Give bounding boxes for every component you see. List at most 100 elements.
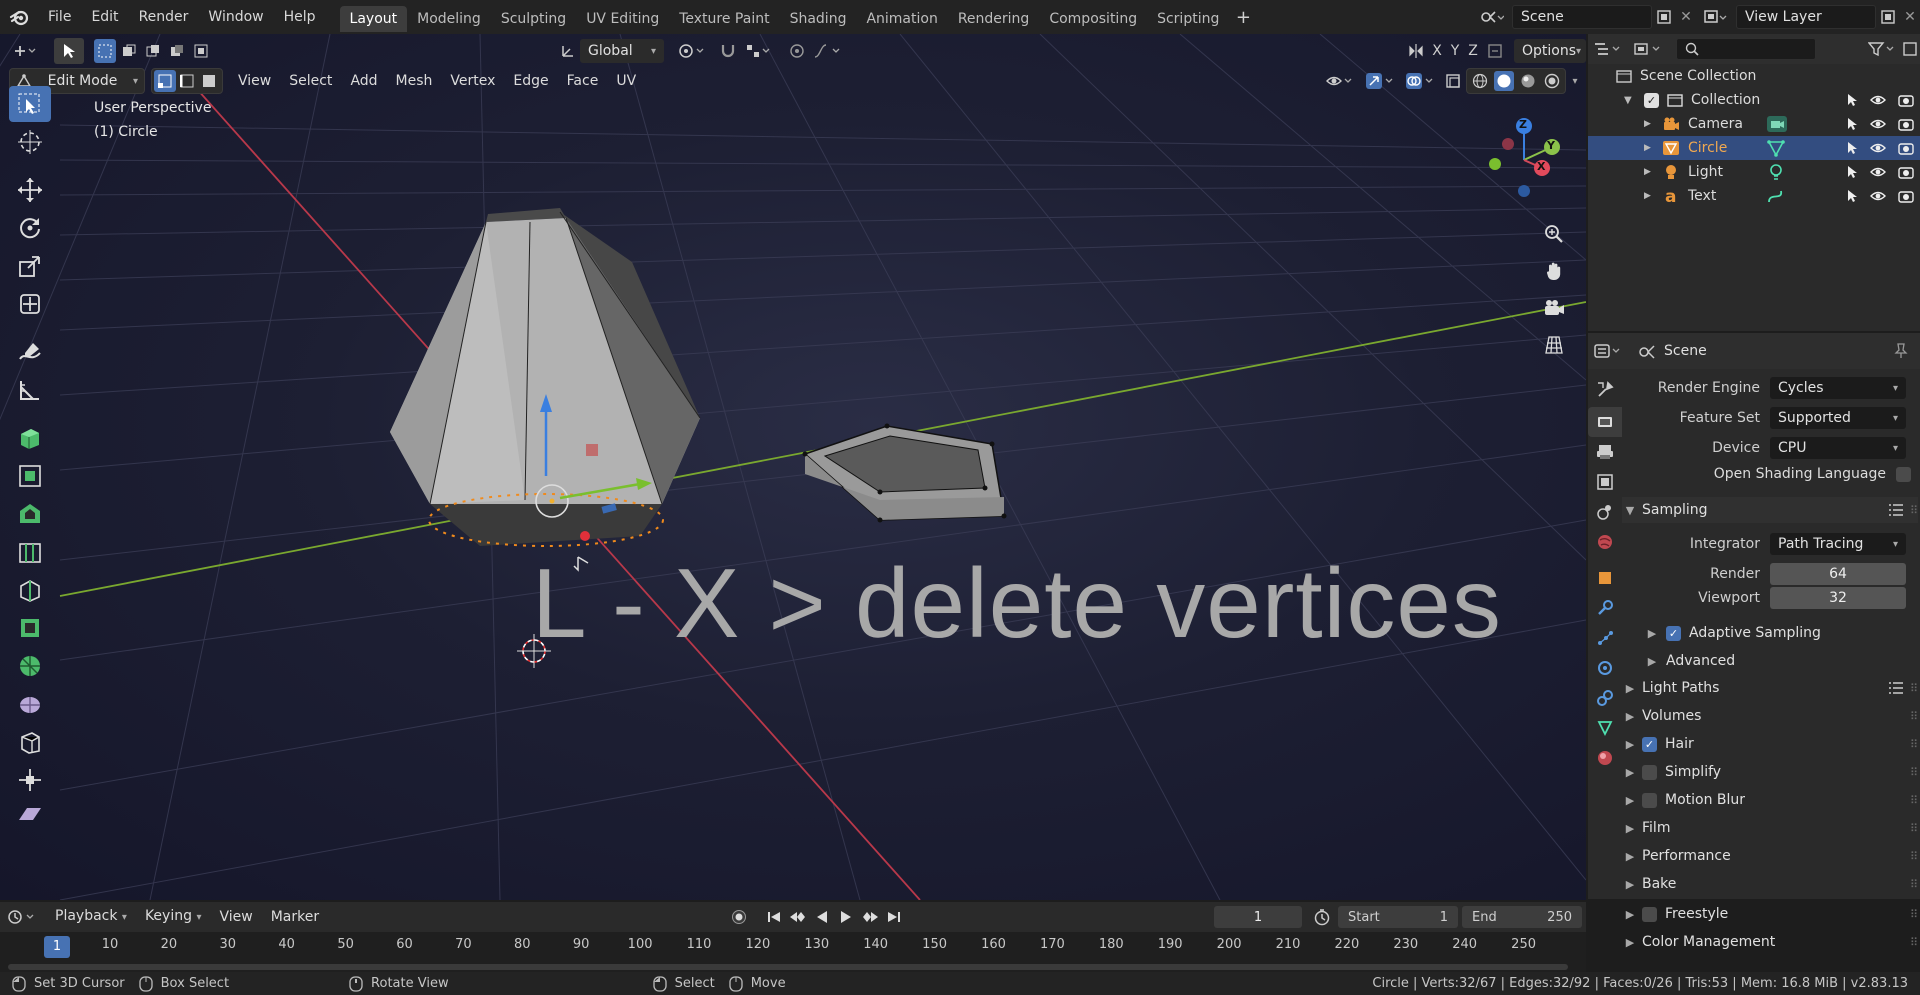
panel-freestyle[interactable]: ▶ Freestyle ⠿ — [1622, 901, 1918, 927]
selectable-toggle-icon[interactable] — [1846, 93, 1858, 107]
timeline-menu-view[interactable]: View — [210, 904, 261, 930]
selectable-toggle-icon[interactable] — [1846, 165, 1858, 179]
select-tool-icon[interactable] — [54, 38, 84, 64]
panel-color-management[interactable]: ▶ Color Management ⠿ — [1622, 929, 1918, 955]
tab-render[interactable] — [1588, 407, 1622, 437]
view-layer-field[interactable]: View Layer — [1736, 5, 1876, 29]
tool-annotate[interactable] — [9, 334, 51, 370]
view-layer-selector-icon[interactable] — [1696, 0, 1736, 34]
timeline-editor-type-icon[interactable] — [0, 903, 46, 931]
selectable-toggle-icon[interactable] — [1846, 189, 1858, 203]
visibility-eye-icon[interactable] — [1870, 118, 1886, 130]
tab-world[interactable] — [1588, 527, 1622, 557]
collection-include-checkbox[interactable]: ✓ — [1644, 92, 1659, 108]
tool-cursor[interactable] — [9, 124, 51, 160]
render-engine-dropdown[interactable]: Cycles ▾ — [1770, 377, 1906, 399]
tab-particles[interactable] — [1588, 623, 1622, 653]
display-mode-icon[interactable] — [1628, 35, 1668, 63]
mirror-z-toggle[interactable]: Z — [1464, 38, 1482, 64]
tab-rendering[interactable]: Rendering — [948, 6, 1040, 32]
editor-type-icon[interactable] — [6, 38, 46, 64]
visibility-eye-icon[interactable] — [1870, 94, 1886, 106]
scene-selector-icon[interactable] — [1472, 0, 1512, 34]
current-frame-field[interactable]: 1 — [1214, 906, 1302, 928]
drag-handle-icon[interactable]: ⠿ — [1910, 766, 1918, 779]
vp-menu-view[interactable]: View — [229, 68, 280, 94]
drag-handle-icon[interactable]: ⠿ — [1910, 504, 1918, 517]
drag-handle-icon[interactable]: ⠿ — [1910, 908, 1918, 921]
pin-icon[interactable] — [1894, 343, 1908, 359]
expand-right-icon[interactable]: ▶ — [1644, 143, 1658, 153]
transform-orientation-icon[interactable] — [556, 38, 580, 64]
osl-checkbox[interactable] — [1896, 466, 1911, 482]
play-icon[interactable] — [834, 903, 858, 931]
tool-move[interactable] — [9, 172, 51, 208]
solid-shading-icon[interactable] — [1494, 71, 1514, 91]
jump-start-icon[interactable] — [762, 903, 786, 931]
tab-material[interactable] — [1588, 743, 1622, 773]
vp-menu-mesh[interactable]: Mesh — [387, 68, 442, 94]
tab-scene[interactable] — [1588, 497, 1622, 527]
panel-motion-blur[interactable]: ▶ Motion Blur ⠿ — [1622, 787, 1918, 813]
menu-help[interactable]: Help — [274, 0, 326, 34]
pan-hand-icon[interactable] — [1540, 256, 1568, 286]
shading-options-chevron-icon[interactable]: ▾ — [1566, 68, 1584, 94]
menu-edit[interactable]: Edit — [81, 0, 128, 34]
new-view-layer-icon[interactable] — [1876, 0, 1900, 34]
preview-range-clock-icon[interactable] — [1306, 903, 1338, 931]
expand-right-icon[interactable]: ▶ — [1644, 191, 1658, 201]
select-invert-icon[interactable] — [166, 39, 188, 63]
start-frame-field[interactable]: Start 1 — [1338, 906, 1458, 928]
timeline-ruler[interactable]: 1 10 20 30 40 50 60 70 80 90 100 110 120 130 140 150 160… — [0, 932, 1586, 962]
mirror-x-toggle[interactable]: X — [1428, 38, 1446, 64]
vp-menu-edge[interactable]: Edge — [504, 68, 557, 94]
simplify-checkbox[interactable] — [1642, 764, 1657, 780]
menu-window[interactable]: Window — [198, 0, 273, 34]
face-select-icon[interactable] — [198, 70, 220, 92]
tab-animation[interactable]: Animation — [856, 6, 947, 32]
drag-handle-icon[interactable]: ⠿ — [1910, 936, 1918, 949]
tab-modifiers[interactable] — [1588, 593, 1622, 623]
expand-right-icon[interactable]: ▶ — [1644, 119, 1658, 129]
adaptive-sampling-subpanel[interactable]: ▶ ✓ Adaptive Sampling — [1644, 620, 1918, 646]
panel-performance[interactable]: ▶ Performance ⠿ — [1622, 843, 1918, 869]
tool-bevel[interactable] — [9, 534, 51, 570]
render-camera-icon[interactable] — [1898, 93, 1914, 107]
zoom-icon[interactable] — [1540, 219, 1568, 249]
tool-extrude[interactable] — [9, 458, 51, 494]
options-dropdown[interactable]: Options ▾ — [1514, 39, 1586, 63]
scene-field[interactable]: Scene — [1512, 5, 1652, 29]
timeline-menu-keying[interactable]: Keying ▾ — [136, 903, 211, 931]
new-scene-icon[interactable] — [1652, 0, 1676, 34]
render-camera-icon[interactable] — [1898, 189, 1914, 203]
expand-down-icon[interactable]: ▼ — [1624, 95, 1638, 106]
edge-select-icon[interactable] — [176, 70, 198, 92]
expand-right-icon[interactable]: ▶ — [1644, 167, 1658, 177]
tool-spin[interactable] — [9, 686, 51, 722]
tool-loop-cut[interactable] — [9, 572, 51, 608]
gizmo-toggle-icon[interactable] — [1360, 68, 1400, 94]
tab-texture-paint[interactable]: Texture Paint — [669, 6, 779, 32]
tool-inset[interactable] — [9, 496, 51, 532]
play-reverse-icon[interactable] — [810, 903, 834, 931]
visibility-eye-icon[interactable] — [1870, 190, 1886, 202]
drag-handle-icon[interactable]: ⠿ — [1910, 822, 1918, 835]
pivot-point-icon[interactable] — [672, 38, 712, 64]
perspective-toggle-icon[interactable] — [1540, 330, 1568, 360]
tab-object[interactable] — [1588, 563, 1622, 593]
vp-menu-vertex[interactable]: Vertex — [441, 68, 504, 94]
outliner-scene-collection[interactable]: Scene Collection — [1588, 64, 1920, 88]
render-camera-icon[interactable] — [1898, 165, 1914, 179]
select-extend-icon[interactable] — [118, 39, 140, 63]
freestyle-checkbox[interactable] — [1642, 906, 1657, 922]
tab-object-data[interactable] — [1588, 713, 1622, 743]
vp-menu-add[interactable]: Add — [341, 68, 386, 94]
drag-handle-icon[interactable]: ⠿ — [1910, 710, 1918, 723]
motion-blur-checkbox[interactable] — [1642, 792, 1657, 808]
filter-icon[interactable] — [1864, 35, 1900, 63]
remove-view-layer-icon[interactable]: ✕ — [1900, 0, 1920, 34]
visibility-eye-icon[interactable] — [1870, 166, 1886, 178]
navigation-gizmo[interactable]: Z Y X — [1470, 104, 1570, 204]
selectable-toggle-icon[interactable] — [1846, 141, 1858, 155]
device-dropdown[interactable]: CPU ▾ — [1770, 437, 1906, 459]
